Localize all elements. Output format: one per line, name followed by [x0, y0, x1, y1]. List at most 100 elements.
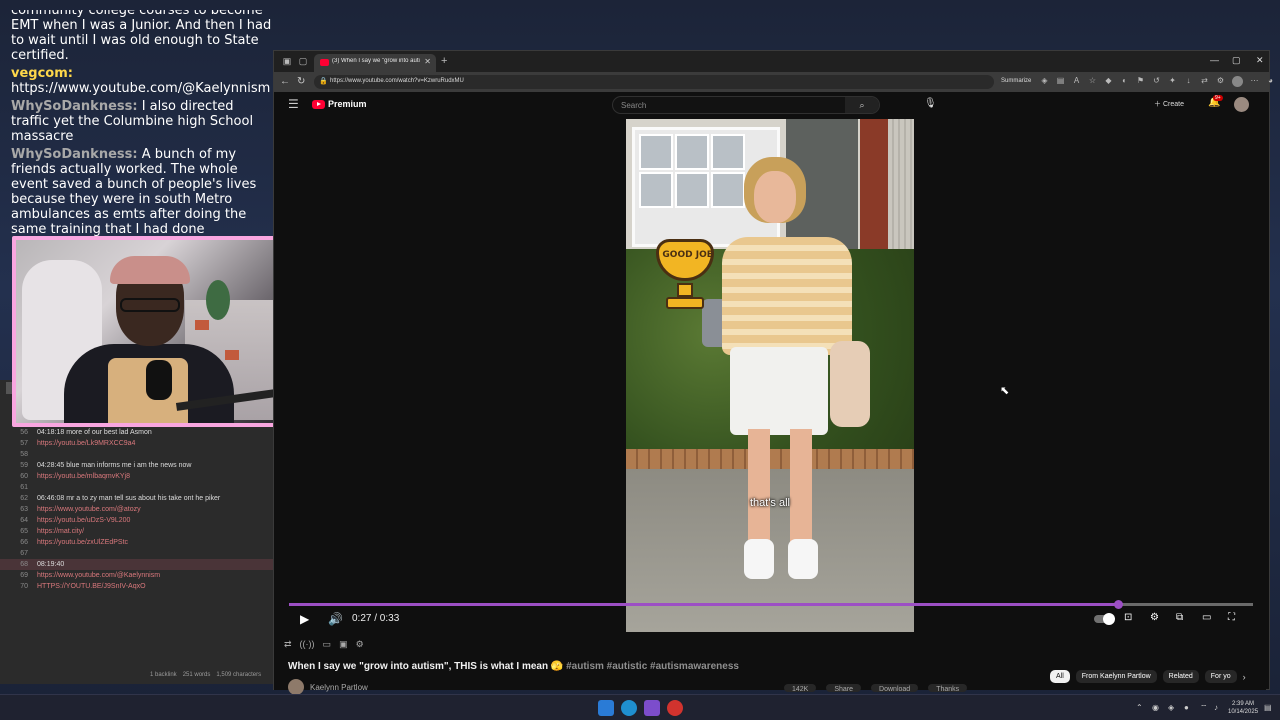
note-line[interactable]: 62 06:46:08 mr a to zy man tell sus about… — [0, 493, 273, 504]
channel-avatar[interactable] — [288, 679, 304, 695]
note-line[interactable]: 64 https://youtu.be/uDzS-V9L200 — [0, 515, 273, 526]
progress-scrubber[interactable] — [1114, 600, 1124, 609]
note-link[interactable]: https://youtu.be/Lk9MRXCC9a4 — [37, 438, 135, 449]
voice-search-icon[interactable]: 🎙 — [924, 98, 937, 109]
volume-tray-icon[interactable]: ♪ — [1214, 703, 1218, 712]
video-frame[interactable]: GOOD JOB that's all — [626, 119, 914, 632]
note-link[interactable]: https://youtu.be/uDzS-V9L200 — [37, 515, 130, 526]
theater-mode-icon[interactable]: ▭ — [1202, 612, 1211, 623]
app-icon[interactable] — [667, 700, 683, 716]
video-player[interactable]: GOOD JOB that's all ⬉ ▶ 🔊 0:27 / 0:33 ⊡ … — [274, 118, 1266, 634]
note-line[interactable]: 70 HTTPS://YOUTU.BE/J9SnIV-AqxO — [0, 581, 273, 592]
tab-actions-icon[interactable]: ▢ — [298, 56, 308, 66]
network-icon[interactable]: ⌔ — [1200, 703, 1208, 713]
tray-app-icon[interactable]: ◉ — [1152, 703, 1159, 712]
settings-gear-icon[interactable]: ⚙ — [1150, 612, 1159, 623]
tray-app-icon[interactable]: ◈ — [1168, 703, 1174, 712]
note-line[interactable]: 59 04:28:45 blue man informs me i am the … — [0, 460, 273, 471]
copilot-icon[interactable]: ◕ — [1266, 76, 1275, 87]
note-link[interactable]: https://www.youtube.com/@atozy — [37, 504, 141, 515]
note-line[interactable]: 63 https://www.youtube.com/@atozy — [0, 504, 273, 515]
reader-icon[interactable]: ▤ — [1056, 76, 1065, 87]
subtitles-icon[interactable]: ⊡ — [1124, 612, 1132, 623]
tools-settings-icon[interactable]: ⚙ — [356, 639, 364, 650]
note-line[interactable]: 69 https://www.youtube.com/@Kaelynnism — [0, 570, 273, 581]
tray-chevron-icon[interactable]: ⌃ — [1136, 703, 1143, 712]
search-icon[interactable]: ⌕ — [845, 97, 879, 113]
note-link[interactable]: HTTPS://YOUTU.BE/J9SnIV-AqxO — [37, 581, 146, 592]
hamburger-menu-icon[interactable]: ☰ — [288, 97, 299, 111]
note-line[interactable]: 67 — [0, 548, 273, 559]
chip-from-channel[interactable]: From Kaelynn Partlow — [1075, 670, 1157, 683]
share-button[interactable]: Share — [826, 684, 862, 692]
play-icon[interactable]: ▶ — [300, 612, 309, 626]
chip-all[interactable]: All — [1050, 670, 1070, 683]
summarize-button[interactable]: Summarize — [1001, 78, 1031, 84]
fullscreen-icon[interactable]: ⛶ — [1228, 612, 1235, 623]
note-line[interactable]: 61 — [0, 482, 273, 493]
new-tab-icon[interactable]: + — [441, 55, 447, 67]
note-line[interactable]: 57 https://youtu.be/Lk9MRXCC9a4 — [0, 438, 273, 449]
create-button[interactable]: ＋ Create — [1154, 99, 1184, 109]
download-icon[interactable]: ↓ — [1184, 76, 1193, 87]
screenshot-icon[interactable]: ▭ — [323, 639, 332, 650]
back-icon[interactable]: ← — [280, 76, 290, 87]
maximize-icon[interactable]: ▢ — [1232, 55, 1241, 66]
backlinks-count[interactable]: 1 backlink — [150, 672, 177, 678]
tray-app-icon[interactable]: ● — [1184, 703, 1189, 712]
note-link[interactable]: https://www.youtube.com/@Kaelynnism — [37, 570, 160, 581]
extension-icon[interactable]: ◆ — [1104, 76, 1113, 87]
note-line[interactable]: 58 — [0, 449, 273, 460]
close-window-icon[interactable]: ✕ — [1256, 55, 1264, 66]
account-avatar[interactable] — [1234, 97, 1249, 112]
obsidian-icon[interactable] — [644, 700, 660, 716]
history-icon[interactable]: ↺ — [1152, 76, 1161, 87]
extension-icon[interactable]: ⇄ — [1200, 76, 1209, 87]
volume-icon[interactable]: 🔊 — [328, 612, 343, 626]
extension-icon[interactable]: ⚑ — [1136, 76, 1145, 87]
edge-browser-icon[interactable] — [621, 700, 637, 716]
autoplay-toggle[interactable] — [1094, 613, 1115, 625]
extension-icon[interactable]: ◈ — [1040, 76, 1049, 87]
extension-icon[interactable]: ◐ — [1120, 76, 1129, 87]
like-button[interactable]: 142K — [784, 684, 817, 692]
chip-for-you[interactable]: For yo — [1204, 670, 1237, 683]
note-link[interactable]: https://youtu.be/zxUlZEdPStc — [37, 537, 128, 548]
pip-icon[interactable]: ▣ — [339, 639, 348, 650]
settings-icon[interactable]: ⚙ — [1216, 76, 1225, 87]
clock[interactable]: 2:39 AM 10/14/2025 — [1228, 700, 1258, 716]
note-line[interactable]: 60 https://youtu.be/mlbaqmvKYj8 — [0, 471, 273, 482]
note-link[interactable]: https://youtu.be/mlbaqmvKYj8 — [37, 471, 130, 482]
notifications-bell-icon[interactable]: 🔔 9+ — [1208, 95, 1223, 108]
translate-icon[interactable]: A — [1072, 76, 1081, 87]
download-button[interactable]: Download — [871, 684, 919, 692]
miniplayer-icon[interactable]: ⧉ — [1176, 612, 1183, 623]
menu-dots-icon[interactable]: ⋯ — [1250, 76, 1259, 87]
note-line[interactable]: 65 https://mat.city/ — [0, 526, 273, 537]
progress-bar[interactable] — [289, 600, 1253, 609]
close-tab-icon[interactable]: ✕ — [424, 57, 431, 66]
search-field[interactable]: Search ⌕ — [612, 96, 880, 114]
youtube-logo[interactable]: Premium — [312, 99, 367, 109]
favorite-star-icon[interactable]: ☆ — [1088, 76, 1097, 87]
note-line[interactable]: 68 08:19:40 — [0, 559, 273, 570]
workspaces-icon[interactable]: ▣ — [282, 56, 292, 66]
url-field[interactable]: 🔒 https://www.youtube.com/watch?v=KzwruR… — [314, 75, 994, 89]
browser-tab[interactable]: (3) When I say we "grow into auti ✕ — [314, 54, 436, 72]
refresh-icon[interactable]: ↻ — [297, 76, 305, 87]
hashtags[interactable]: #autism #autistic #autismawareness — [566, 661, 739, 672]
note-line[interactable]: 56 04:18:18 more of our best lad Asmon — [0, 427, 273, 438]
loop-icon[interactable]: ⇄ — [284, 639, 292, 650]
minimize-icon[interactable]: — — [1210, 55, 1219, 65]
audio-icon[interactable]: ((·)) — [300, 639, 315, 650]
start-windows-icon[interactable] — [598, 700, 614, 716]
chevron-right-icon[interactable]: › — [1243, 670, 1246, 683]
note-line[interactable]: 66 https://youtu.be/zxUlZEdPStc — [0, 537, 273, 548]
thanks-button[interactable]: Thanks — [928, 684, 968, 692]
lock-icon[interactable]: 🔒 — [319, 77, 328, 85]
extensions-puzzle-icon[interactable]: ✦ — [1168, 76, 1177, 87]
note-link[interactable]: https://mat.city/ — [37, 526, 84, 537]
chip-related[interactable]: Related — [1162, 670, 1199, 683]
profile-avatar-icon[interactable] — [1232, 76, 1243, 87]
notification-center-icon[interactable]: ▤ — [1264, 703, 1272, 712]
